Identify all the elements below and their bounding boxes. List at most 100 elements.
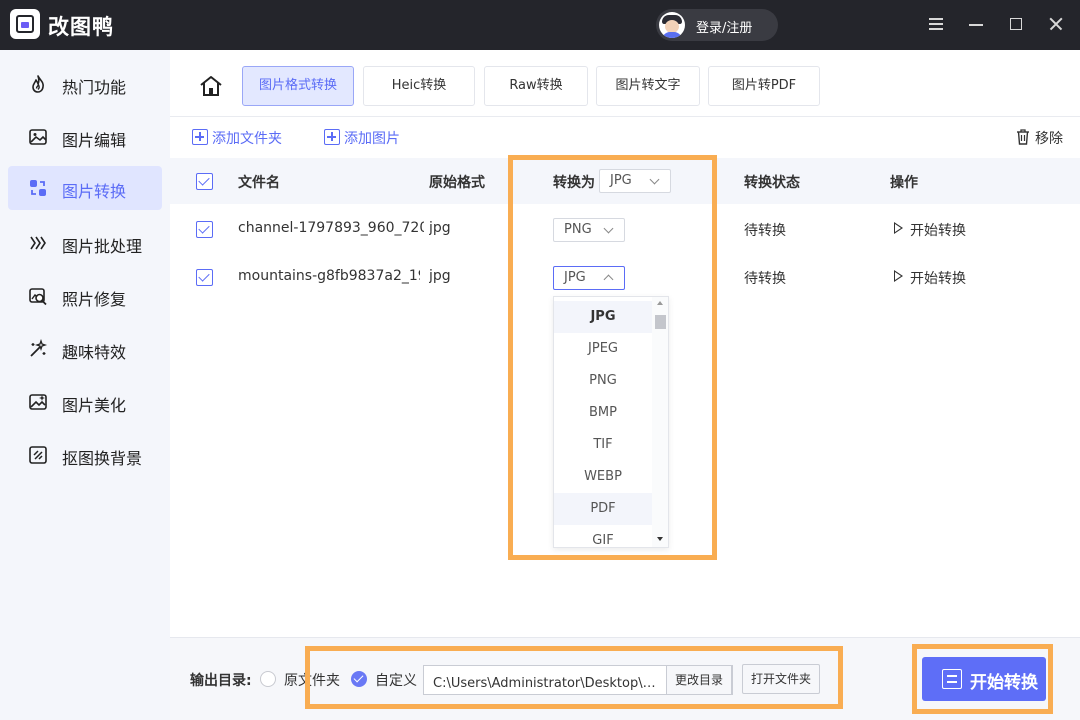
sidebar-item-label: 图片美化	[62, 396, 127, 415]
chevron-down-icon	[603, 223, 614, 234]
sidebar-item-image-convert[interactable]: 图片转换	[8, 166, 162, 210]
magic-wand-icon	[30, 339, 48, 357]
select-all-checkbox[interactable]	[196, 173, 213, 190]
add-folder-button[interactable]: 添加文件夹	[192, 127, 292, 149]
add-folder-icon	[192, 129, 208, 145]
add-image-label: 添加图片	[344, 131, 400, 147]
dropdown-option-bmp[interactable]: BMP	[554, 397, 652, 429]
convert-icon	[942, 669, 962, 689]
dropdown-scrollbar[interactable]	[652, 297, 668, 547]
tab-heic-convert[interactable]: Heic转换	[363, 66, 475, 106]
tab-image-to-pdf[interactable]: 图片转PDF	[708, 66, 820, 106]
app-name: 改图鸭	[48, 15, 114, 39]
status-text: 待转换	[744, 271, 786, 287]
cutout-icon	[29, 446, 47, 464]
sidebar-item-label: 抠图换背景	[62, 449, 143, 468]
status-text: 待转换	[744, 223, 786, 239]
minimize-icon[interactable]	[964, 12, 988, 36]
sidebar-item-cutout[interactable]: 抠图换背景	[8, 433, 162, 477]
row-checkbox[interactable]	[196, 221, 213, 238]
sidebar-item-label: 趣味特效	[62, 343, 127, 362]
maximize-icon[interactable]	[1004, 12, 1028, 36]
bulk-format-select[interactable]: JPG	[599, 169, 671, 193]
tab-raw-convert[interactable]: Raw转换	[484, 66, 588, 106]
home-icon[interactable]	[198, 74, 224, 98]
format-dropdown-list: JPG JPEG PNG BMP TIF WEBP PDF GIF	[553, 296, 669, 548]
chevron-up-icon	[603, 274, 614, 285]
sidebar-item-beautify[interactable]: 图片美化	[8, 380, 162, 424]
tab-image-to-text[interactable]: 图片转文字	[596, 66, 700, 106]
output-path-field[interactable]: C:\Users\Administrator\Desktop\改... 更改目录	[423, 665, 733, 695]
add-image-button[interactable]: 添加图片	[324, 127, 410, 149]
dropdown-option-jpg[interactable]: JPG	[554, 301, 652, 333]
sidebar-item-photo-repair[interactable]: 照片修复	[8, 274, 162, 318]
start-convert-button-label: 开始转换	[970, 673, 1038, 693]
sidebar-item-batch[interactable]: 图片批处理	[8, 221, 162, 265]
bulk-format-value: JPG	[610, 173, 632, 188]
open-folder-button[interactable]: 打开文件夹	[742, 664, 820, 694]
sidebar-item-hot-features[interactable]: 热门功能	[8, 62, 162, 106]
start-convert-label: 开始转换	[910, 271, 966, 287]
dropdown-option-pdf[interactable]: PDF	[554, 493, 652, 525]
divider	[170, 116, 1080, 117]
play-icon	[894, 270, 903, 282]
remove-label: 移除	[1035, 131, 1063, 147]
batch-icon	[30, 236, 46, 250]
row-format-value: JPG	[564, 270, 586, 285]
dropdown-option-png[interactable]: PNG	[554, 365, 652, 397]
table-row: channel-1797893_960_720 jpg PNG 待转换 开始转换	[170, 205, 1080, 253]
menu-icon[interactable]	[924, 12, 948, 36]
add-image-icon	[324, 129, 340, 145]
file-format: jpg	[429, 268, 451, 284]
remove-button[interactable]: 移除	[1016, 127, 1068, 149]
tab-format-convert[interactable]: 图片格式转换	[242, 66, 354, 106]
radio-custom-folder[interactable]	[351, 671, 367, 687]
flame-icon	[32, 75, 44, 93]
dropdown-option-webp[interactable]: WEBP	[554, 461, 652, 493]
login-button[interactable]: 登录/注册	[656, 9, 778, 41]
sidebar: 热门功能 图片编辑 图片转换 图片批处理 照片修复 趣味特效 图片美化 抠图换背…	[0, 50, 170, 720]
sidebar-item-label: 热门功能	[62, 78, 127, 97]
beautify-icon	[29, 394, 47, 410]
sidebar-item-label: 图片批处理	[62, 237, 143, 256]
output-dir-label: 输出目录:	[190, 673, 252, 689]
close-icon[interactable]	[1044, 12, 1068, 36]
file-name: mountains-g8fb9837a2_1920	[238, 268, 420, 284]
start-convert-button[interactable]: 开始转换	[922, 657, 1046, 701]
scroll-up-icon[interactable]	[657, 301, 663, 305]
scroll-down-icon[interactable]	[657, 537, 663, 541]
avatar	[659, 12, 685, 38]
column-header-convert-to: 转换为	[553, 175, 595, 191]
trash-icon	[1017, 129, 1029, 145]
table-header: 文件名 原始格式 转换为 JPG 转换状态 操作	[170, 158, 1080, 204]
table-row: mountains-g8fb9837a2_1920 jpg JPG 待转换 开始…	[170, 253, 1080, 301]
radio-original-folder-label: 原文件夹	[284, 673, 340, 689]
row-format-select[interactable]: JPG	[553, 266, 625, 290]
file-name: channel-1797893_960_720	[238, 220, 424, 236]
file-format: jpg	[429, 220, 451, 236]
sidebar-item-label: 图片编辑	[62, 131, 127, 150]
start-convert-link[interactable]: 开始转换	[892, 265, 972, 289]
dropdown-option-gif[interactable]: GIF	[554, 525, 652, 547]
start-convert-link[interactable]: 开始转换	[892, 217, 972, 241]
dropdown-option-tif[interactable]: TIF	[554, 429, 652, 461]
image-edit-icon	[29, 129, 47, 145]
sidebar-item-fun-effects[interactable]: 趣味特效	[8, 327, 162, 371]
scrollbar-thumb[interactable]	[655, 315, 666, 329]
play-icon	[894, 222, 903, 234]
radio-custom-folder-label: 自定义	[375, 673, 417, 689]
row-checkbox[interactable]	[196, 269, 213, 286]
column-header-action: 操作	[890, 175, 918, 191]
column-header-filename: 文件名	[238, 175, 280, 191]
row-format-value: PNG	[564, 222, 592, 237]
row-format-select[interactable]: PNG	[553, 218, 625, 242]
sidebar-item-image-edit[interactable]: 图片编辑	[8, 115, 162, 159]
column-header-status: 转换状态	[744, 175, 800, 191]
chevron-down-icon	[649, 174, 660, 185]
change-dir-button[interactable]: 更改目录	[666, 665, 732, 695]
login-label: 登录/注册	[696, 21, 753, 36]
photo-repair-icon	[29, 288, 47, 306]
add-folder-label: 添加文件夹	[212, 131, 282, 147]
radio-original-folder[interactable]	[260, 671, 276, 687]
dropdown-option-jpeg[interactable]: JPEG	[554, 333, 652, 365]
